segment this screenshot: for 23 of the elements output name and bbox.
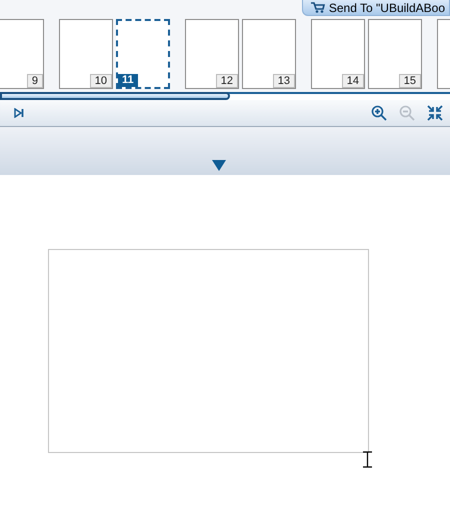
page-thumbnail[interactable]: 12	[185, 19, 239, 89]
send-to-button[interactable]: Send To "UBuildABoo	[302, 0, 450, 16]
skip-end-icon[interactable]	[14, 108, 24, 118]
page-number: 13	[272, 74, 295, 88]
page-number: 9	[26, 74, 43, 88]
zoom-in-icon[interactable]	[371, 105, 387, 121]
page-thumbnail[interactable]: 14	[311, 19, 365, 89]
page-number: 14	[342, 74, 364, 88]
text-cursor-icon	[362, 451, 373, 468]
cart-icon	[310, 2, 325, 13]
collapse-icon[interactable]	[427, 105, 443, 121]
page-thumbnail[interactable]: 11	[116, 19, 170, 89]
page-thumbnail[interactable]: 15	[368, 19, 422, 89]
page-thumbnail[interactable]: 9	[0, 19, 44, 89]
page-thumbnail[interactable]: 13	[242, 19, 296, 89]
page-thumbnail[interactable]: 10	[59, 19, 113, 89]
scrollbar[interactable]	[0, 92, 450, 100]
expand-arrow-icon[interactable]	[212, 160, 226, 171]
page-number: 12	[216, 74, 238, 88]
page-number: 15	[398, 74, 421, 88]
scrollbar-thumb[interactable]	[0, 92, 230, 100]
page-number: 11	[118, 74, 138, 87]
page-number: 10	[90, 74, 112, 88]
